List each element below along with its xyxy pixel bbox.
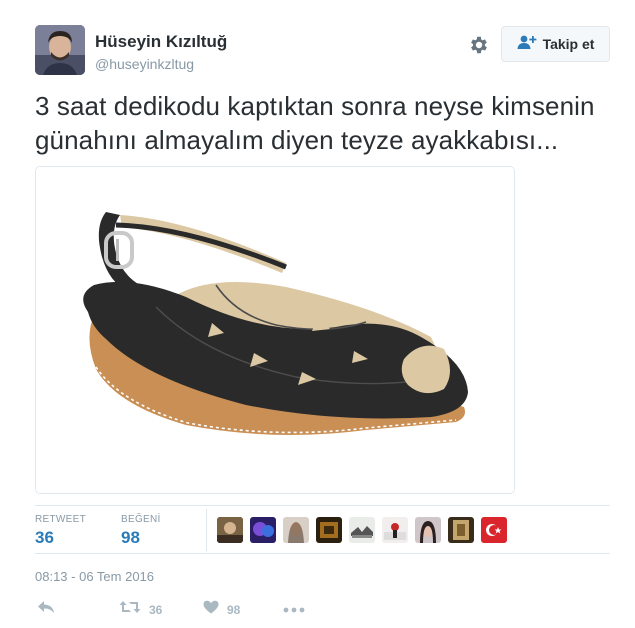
user-name[interactable]: Hüseyin Kızıltuğ [95, 32, 227, 52]
reply-icon [37, 600, 55, 619]
like-action-count: 98 [227, 602, 241, 617]
stats-bottom-divider [35, 553, 610, 554]
liker-avatar[interactable] [283, 517, 309, 543]
retweet-button[interactable]: 36 [119, 600, 162, 619]
gear-icon[interactable] [468, 34, 490, 56]
retweet-stat-label: RETWEET [35, 514, 86, 525]
tweet-text: 3 saat dedikodu kaptıktan sonra neyse ki… [35, 91, 595, 155]
heart-icon [203, 600, 219, 619]
liker-avatar[interactable] [481, 517, 507, 543]
like-button[interactable]: 98 [203, 600, 240, 619]
stats-top-divider [35, 505, 610, 506]
add-user-icon [517, 34, 537, 55]
tweet-photo[interactable] [35, 166, 515, 494]
like-stat-label: BEĞENİ [121, 514, 161, 525]
liker-avatar[interactable] [415, 517, 441, 543]
more-icon [283, 600, 305, 618]
follow-button-label: Takip et [542, 36, 595, 52]
reply-button[interactable] [37, 600, 55, 619]
retweet-action-count: 36 [149, 602, 163, 617]
more-button[interactable] [283, 600, 305, 618]
liker-avatar[interactable] [316, 517, 342, 543]
retweet-stat-count[interactable]: 36 [35, 528, 54, 548]
liker-avatar[interactable] [217, 517, 243, 543]
liker-avatar[interactable] [250, 517, 276, 543]
liker-avatar[interactable] [382, 517, 408, 543]
tweet-timestamp[interactable]: 08:13 - 06 Tem 2016 [35, 569, 154, 584]
likers-avatars [217, 517, 507, 543]
user-handle[interactable]: @huseyinkzltug [95, 56, 194, 72]
retweet-icon [119, 600, 141, 619]
avatar[interactable] [35, 25, 85, 75]
like-stat-count[interactable]: 98 [121, 528, 140, 548]
liker-avatar[interactable] [448, 517, 474, 543]
follow-button[interactable]: Takip et [501, 26, 610, 62]
liker-avatar[interactable] [349, 517, 375, 543]
shoe-image [36, 167, 514, 493]
stats-separator [206, 509, 207, 551]
